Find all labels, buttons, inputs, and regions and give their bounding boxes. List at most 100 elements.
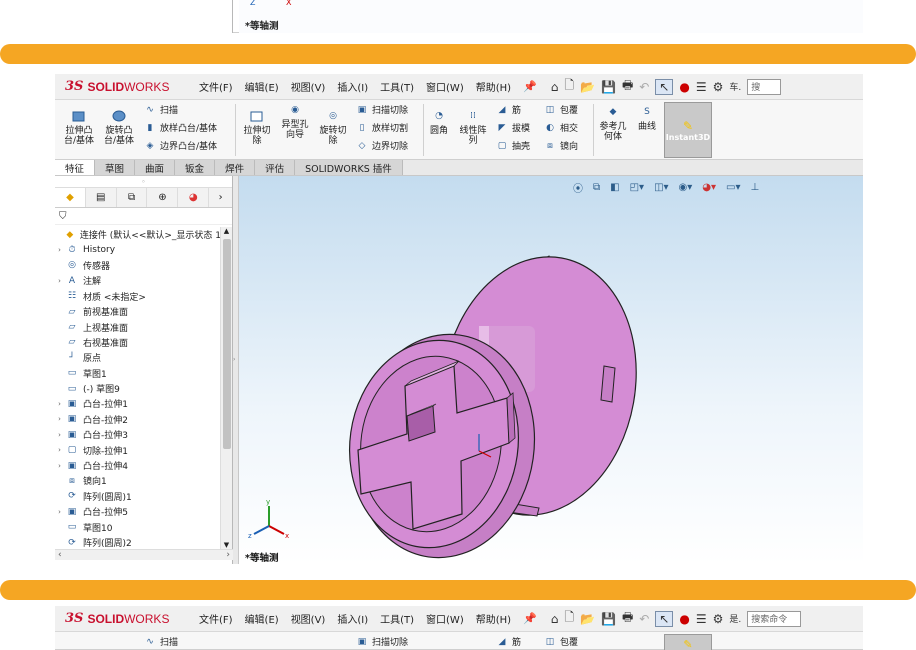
feature-tree-item[interactable]: ▱ 上视基准面 — [55, 319, 221, 334]
expand-arrow-icon[interactable]: › — [55, 431, 64, 439]
options-icon[interactable]: ☰ — [696, 612, 707, 626]
options-icon[interactable]: ☰ — [696, 80, 707, 94]
feature-tree-item[interactable]: › ⏱ History — [55, 242, 221, 257]
open-icon[interactable]: 📂 — [580, 80, 595, 94]
menu-view[interactable]: 视图(V) — [285, 79, 332, 94]
new-doc-icon[interactable]: 🗋 — [564, 76, 574, 97]
scroll-up-icon[interactable]: ▲ — [221, 227, 232, 235]
boundary-boss-button[interactable]: ◈ 边界凸台/基体 — [143, 139, 218, 153]
feature-tree-item[interactable]: ⟳ 阵列(圆周)1 — [55, 489, 221, 504]
open-icon[interactable]: 📂 — [580, 612, 595, 626]
mirror-button[interactable]: ⧈ 镜向 — [543, 139, 578, 153]
feature-tree-item[interactable]: ▱ 前视基准面 — [55, 304, 221, 319]
menu-tools[interactable]: 工具(T) — [374, 611, 420, 626]
feature-tree-item[interactable]: › A 注解 — [55, 273, 221, 288]
settings-icon[interactable]: ⚙ — [713, 80, 724, 94]
undo-icon[interactable]: ↶ — [639, 80, 649, 94]
tree-scroll-thumb[interactable] — [223, 239, 231, 449]
sweep-button[interactable]: ∿ 扫描 — [143, 103, 178, 117]
configuration-manager-tab-icon[interactable]: ⧉ — [116, 188, 148, 207]
feature-tree-item[interactable]: ▭ (-) 草图9 — [55, 381, 221, 396]
tab-sketch[interactable]: 草图 — [95, 160, 136, 175]
scroll-down-icon[interactable]: ▼ — [221, 541, 232, 549]
menu-edit[interactable]: 编辑(E) — [239, 79, 285, 94]
boundary-cut-button[interactable]: ◇ 边界切除 — [355, 139, 408, 153]
feature-tree-item[interactable]: › ▣ 凸台-拉伸1 — [55, 396, 221, 411]
dimxpert-tab-icon[interactable]: ⊕ — [147, 188, 179, 207]
swept-cut-button[interactable]: ▣ 扫描切除 — [355, 103, 408, 117]
swept-cut-button[interactable]: ▣ 扫描切除 — [355, 635, 408, 649]
fillet-button[interactable]: ◔ 圆角 — [425, 108, 453, 136]
expand-arrow-icon[interactable]: › — [55, 415, 64, 423]
select-icon[interactable]: ↖ — [655, 78, 674, 95]
panel-tabs-more-icon[interactable]: › — [209, 188, 232, 207]
settings-icon[interactable]: ⚙ — [713, 612, 724, 626]
feature-tree-item[interactable]: ▭ 草图10 — [55, 519, 221, 534]
expand-arrow-icon[interactable]: › — [55, 508, 64, 516]
feature-tree-item[interactable]: ☷ 材质 <未指定> — [55, 289, 221, 304]
shell-button[interactable]: ▢ 抽壳 — [495, 139, 530, 153]
instant3d-button[interactable]: ✎ — [664, 634, 712, 650]
feature-tree-item[interactable]: ⧈ 镜向1 — [55, 473, 221, 488]
extrude-boss-button[interactable]: 拉伸凸 台/基体 — [61, 108, 97, 146]
menu-edit[interactable]: 编辑(E) — [239, 611, 285, 626]
part-model[interactable]: y x z — [239, 176, 863, 564]
reference-geometry-button[interactable]: ◆ 参考几 何体 — [595, 104, 631, 142]
rib-button[interactable]: ◢ 筋 — [495, 635, 521, 649]
print-icon[interactable]: 🖶 — [622, 76, 633, 97]
truncated-menu-label[interactable]: 是. — [729, 612, 741, 625]
new-doc-icon[interactable]: 🗋 — [564, 608, 574, 629]
menu-help[interactable]: 帮助(H) — [470, 79, 517, 94]
expand-arrow-icon[interactable]: › — [55, 400, 64, 408]
feature-tree-item[interactable]: ▱ 右视基准面 — [55, 335, 221, 350]
home-icon[interactable]: ⌂ — [551, 612, 559, 626]
feature-tree-item[interactable]: › ▣ 凸台-拉伸5 — [55, 504, 221, 519]
truncated-menu-label[interactable]: 车. — [729, 80, 741, 93]
property-manager-tab-icon[interactable]: ▤ — [85, 188, 117, 207]
feature-tree-item[interactable]: › ▣ 凸台-拉伸3 — [55, 427, 221, 442]
tree-horizontal-scrollbar[interactable]: ‹ › — [55, 549, 233, 560]
tab-sheet-metal[interactable]: 钣金 — [175, 160, 216, 175]
instant3d-button[interactable]: ✎ Instant3D — [664, 102, 712, 158]
undo-icon[interactable]: ↶ — [639, 612, 649, 626]
feature-tree-item[interactable]: ◆ 连接件 (默认<<默认>_显示状态 1 — [55, 227, 221, 242]
tab-weldments[interactable]: 焊件 — [215, 160, 256, 175]
feature-tree-item[interactable]: ◎ 传感器 — [55, 258, 221, 273]
traffic-light-icon[interactable]: ● — [679, 612, 689, 626]
intersect-button[interactable]: ◐ 相交 — [543, 121, 578, 135]
lofted-cut-button[interactable]: ▯ 放样切割 — [355, 121, 409, 135]
save-icon[interactable]: 💾 — [601, 80, 616, 94]
print-icon[interactable]: 🖶 — [622, 608, 633, 629]
feature-tree-item[interactable]: ▭ 草图1 — [55, 366, 221, 381]
feature-tree-item[interactable]: › ▢ 切除-拉伸1 — [55, 442, 221, 457]
scroll-left-icon[interactable]: ‹ — [58, 550, 62, 560]
menu-window[interactable]: 窗口(W) — [420, 79, 470, 94]
menu-file[interactable]: 文件(F) — [193, 611, 239, 626]
feature-tree-item[interactable]: › ▣ 凸台-拉伸4 — [55, 458, 221, 473]
revolve-boss-button[interactable]: 旋转凸 台/基体 — [101, 108, 137, 146]
menu-help[interactable]: 帮助(H) — [470, 611, 517, 626]
panel-collapse-handle[interactable]: ◦ — [55, 176, 232, 188]
feature-tree-item[interactable]: ⟳ 阵列(圆周)2 — [55, 535, 221, 550]
menu-tools[interactable]: 工具(T) — [374, 79, 420, 94]
loft-button[interactable]: ▮ 放样凸台/基体 — [143, 121, 218, 135]
menu-view[interactable]: 视图(V) — [285, 611, 332, 626]
extrude-cut-button[interactable]: 拉伸切 除 — [239, 108, 275, 146]
tab-evaluate[interactable]: 评估 — [255, 160, 296, 175]
tab-features[interactable]: 特征 — [55, 160, 96, 175]
save-icon[interactable]: 💾 — [601, 612, 616, 626]
curves-button[interactable]: S 曲线 — [633, 104, 661, 132]
graphics-area[interactable]: ⦿ ⧉ ◧ ◰▾ ◫▾ ◉▾ ◕▾ ▭▾ ⊥ y x z *等轴测 — [239, 176, 863, 564]
expand-arrow-icon[interactable]: › — [55, 446, 64, 454]
wrap-button[interactable]: ◫ 包覆 — [543, 103, 578, 117]
scroll-right-icon[interactable]: › — [226, 550, 230, 560]
expand-arrow-icon[interactable]: › — [55, 246, 64, 254]
tab-addins[interactable]: SOLIDWORKS 插件 — [295, 160, 403, 175]
draft-button[interactable]: ◤ 拔模 — [495, 121, 530, 135]
feature-manager-tab-icon[interactable]: ◆ — [55, 188, 86, 207]
feature-tree-item[interactable]: › ▣ 凸台-拉伸2 — [55, 412, 221, 427]
menu-insert[interactable]: 插入(I) — [331, 611, 374, 626]
wrap-button[interactable]: ◫ 包覆 — [543, 635, 578, 649]
search-input[interactable]: 搜索命令 — [747, 610, 802, 627]
pin-icon[interactable]: 📌 — [523, 80, 537, 93]
